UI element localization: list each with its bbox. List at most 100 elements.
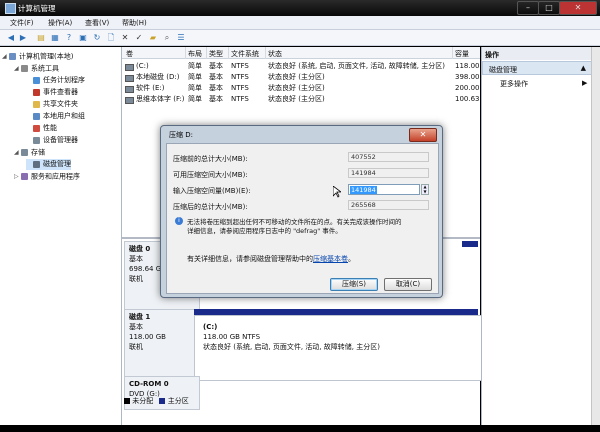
table-cell: 基本: [209, 73, 223, 81]
cancel-button[interactable]: 取消(C): [384, 278, 432, 291]
more-actions[interactable]: 更多操作 ▶: [500, 79, 587, 89]
navigation-tree: ◢ 计算机管理(本地) ◢ 系统工具 任务计划程序 事件查看器 共享文件夹 本地用户和组 性能设…: [0, 47, 122, 425]
disk-size: 118.00 GB: [129, 333, 166, 341]
column-type[interactable]: 类型: [209, 49, 223, 59]
tree-item[interactable]: 磁盘管理: [26, 159, 71, 170]
size-after-value: 265568: [348, 200, 429, 210]
tools-icon: [21, 65, 28, 72]
minimize-button[interactable]: –: [517, 1, 539, 15]
tree-item[interactable]: 本地用户和组: [26, 111, 85, 122]
tree-item-label: 事件查看器: [43, 88, 78, 96]
device-icon: [33, 136, 40, 144]
actions-pane: 操作 磁盘管理 ▲ 更多操作 ▶: [481, 47, 592, 425]
table-row[interactable]: 思维本体字 (F:) 简单 基本 NTFS 状态良好 (主分区) 100.63: [122, 94, 480, 105]
table-cell: 基本: [209, 84, 223, 92]
table-cell: 状态良好 (主分区): [268, 73, 325, 81]
collapse-icon: ▲: [580, 64, 586, 72]
dialog-body: 压缩前的总计大小(MB): 407552 可用压缩空间大小(MB): 14198…: [166, 143, 439, 294]
column-capacity[interactable]: 容量: [455, 49, 469, 59]
tree-item[interactable]: ◢ 计算机管理(本地): [2, 51, 73, 62]
tree-item-label: 系统工具: [31, 64, 59, 73]
help-link[interactable]: 压缩基本卷: [313, 255, 348, 263]
up-folder-icon[interactable]: ▤: [36, 33, 46, 43]
table-cell: 状态良好 (主分区): [268, 84, 325, 92]
tree-item[interactable]: 性能: [26, 123, 57, 134]
menu-file[interactable]: 文件(F): [10, 18, 34, 28]
disk-1-label[interactable]: 磁盘 1 基本 118.00 GB 联机: [124, 309, 200, 379]
close-button[interactable]: ✕: [559, 1, 597, 15]
column-layout[interactable]: 布局: [188, 49, 202, 59]
tree-item[interactable]: 共享文件夹: [26, 99, 78, 110]
menu-bar: 文件(F) 操作(A) 查看(V) 帮助(H): [0, 16, 600, 30]
disk-name: CD-ROM 0: [129, 380, 169, 388]
legend: 未分配 主分区: [124, 396, 189, 406]
disk-name: 磁盘 1: [129, 313, 151, 321]
table-cell: 基本: [209, 95, 223, 103]
menu-action[interactable]: 操作(A): [48, 18, 72, 28]
size-before-value: 407552: [348, 152, 429, 162]
dialog-title: 压缩 D:: [169, 131, 193, 139]
tree-item-label: 磁盘管理: [43, 160, 71, 168]
table-cell: 398.00: [455, 73, 480, 81]
expanded-arrow-icon[interactable]: ◢: [2, 51, 9, 62]
volume-icon: [125, 97, 134, 104]
expanded-arrow-icon[interactable]: ◢: [14, 63, 21, 74]
help-icon[interactable]: ?: [64, 33, 74, 43]
refresh-icon[interactable]: ↻: [92, 33, 102, 43]
table-cell: (C:): [136, 62, 149, 70]
view-icon[interactable]: ▣: [78, 33, 88, 43]
more-actions-label: 更多操作: [500, 80, 528, 88]
tree-item[interactable]: 设备管理器: [26, 135, 78, 146]
partition-c[interactable]: (C:) 118.00 GB NTFS 状态良好 (系统, 启动, 页面文件, …: [194, 315, 496, 381]
properties-icon[interactable]: ▦: [50, 33, 60, 43]
shrink-amount-spinner[interactable]: ▲ ▼: [421, 184, 429, 195]
maximize-button[interactable]: □: [538, 1, 560, 15]
clock-icon: [33, 76, 40, 84]
tree-item-label: 存储: [31, 148, 45, 157]
tree-item-label: 任务计划程序: [43, 76, 85, 84]
check-icon[interactable]: ✓: [134, 33, 144, 43]
column-volume[interactable]: 卷: [126, 49, 133, 59]
table-cell: 100.63: [455, 95, 480, 103]
disk-type: 基本: [129, 323, 143, 331]
menu-help[interactable]: 帮助(H): [122, 18, 147, 28]
table-row[interactable]: (C:) 简单 基本 NTFS 状态良好 (系统, 启动, 页面文件, 活动, 故障转储…: [122, 61, 480, 72]
tree-item[interactable]: ◢ 系统工具: [14, 63, 59, 74]
tree-item[interactable]: 事件查看器: [26, 87, 78, 98]
shrink-amount-selection: 141984: [350, 186, 377, 194]
column-filesystem[interactable]: 文件系统: [231, 49, 259, 59]
menu-view[interactable]: 查看(V): [85, 18, 109, 28]
open-folder-icon[interactable]: ▰: [148, 33, 158, 43]
window-title: 计算机管理: [18, 4, 56, 13]
tree-item-label: 本地用户和组: [43, 112, 85, 120]
shrink-button[interactable]: 压缩(S): [330, 278, 378, 291]
table-row[interactable]: 本地磁盘 (D:) 简单 基本 NTFS 状态良好 (主分区) 398.00: [122, 72, 480, 83]
shrink-amount-input[interactable]: 141984: [348, 184, 420, 195]
forward-icon[interactable]: ▶: [18, 33, 28, 43]
back-icon[interactable]: ◀: [6, 33, 16, 43]
expanded-arrow-icon[interactable]: ◢: [14, 147, 21, 158]
collapsed-arrow-icon[interactable]: ▷: [14, 171, 21, 182]
dialog-close-button[interactable]: ✕: [409, 128, 437, 142]
delete-icon[interactable]: ✕: [120, 33, 130, 43]
users-icon: [33, 112, 40, 120]
search-icon[interactable]: ⌕: [162, 33, 172, 43]
disk-icon: [33, 160, 40, 168]
help-text: 有关详细信息，请参阅磁盘管理帮助中的压缩基本卷。: [187, 254, 355, 264]
tree-item[interactable]: 任务计划程序: [26, 75, 85, 86]
tree-item[interactable]: ◢ 存储: [14, 147, 45, 158]
table-row[interactable]: 软件 (E:) 简单 基本 NTFS 状态良好 (主分区) 200.00: [122, 83, 480, 94]
disk-status: 联机: [129, 343, 143, 351]
column-status[interactable]: 状态: [268, 49, 282, 59]
table-cell: 状态良好 (主分区): [268, 95, 325, 103]
window-scrollbar[interactable]: [591, 47, 600, 425]
actions-section-disk-management[interactable]: 磁盘管理 ▲: [482, 61, 592, 75]
table-cell: 简单: [188, 73, 202, 81]
partition-status: 状态良好 (系统, 启动, 页面文件, 活动, 故障转储, 主分区): [203, 343, 380, 351]
tree-item[interactable]: ▷ 服务和应用程序: [14, 171, 80, 182]
size-after-label: 压缩后的总计大小(MB):: [173, 203, 248, 211]
new-icon[interactable]: 🗋: [106, 33, 116, 43]
list-view-icon[interactable]: ☰: [176, 33, 186, 43]
size-before-label: 压缩前的总计大小(MB):: [173, 155, 248, 163]
table-cell: 思维本体字 (F:): [136, 95, 185, 103]
